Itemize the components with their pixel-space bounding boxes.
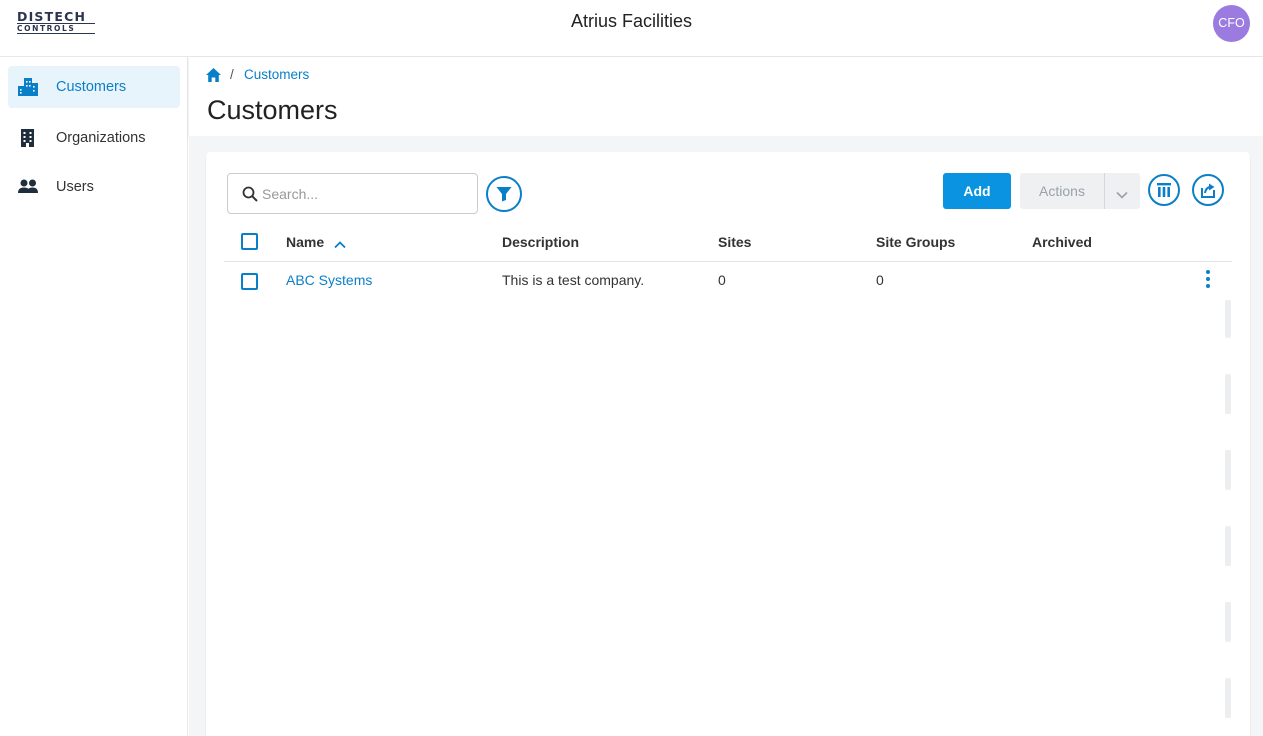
- logo-rule-bottom: [17, 33, 95, 35]
- scroll-marker: [1225, 374, 1231, 414]
- sidebar-item-label: Organizations: [56, 130, 146, 146]
- column-header-archived[interactable]: Archived: [1032, 234, 1092, 250]
- sort-ascending-icon[interactable]: [334, 236, 346, 254]
- app-title: Atrius Facilities: [570, 11, 693, 31]
- sidebar: Customers Organizations Users: [0, 57, 188, 736]
- chevron-down-icon[interactable]: [1116, 186, 1128, 204]
- row-checkbox[interactable]: [241, 273, 258, 290]
- scroll-marker: [1225, 450, 1231, 490]
- sidebar-item-users[interactable]: Users: [8, 166, 180, 208]
- users-icon: [18, 178, 38, 196]
- table-header: Name Description Sites Site Groups Archi…: [224, 228, 1232, 262]
- add-button[interactable]: Add: [943, 173, 1011, 209]
- sidebar-item-label: Users: [56, 179, 94, 195]
- sidebar-item-label: Customers: [56, 79, 127, 95]
- customers-icon: [18, 78, 38, 96]
- home-icon[interactable]: [206, 68, 221, 82]
- scroll-marker: [1225, 602, 1231, 642]
- page-header: / Customers Customers: [189, 57, 1263, 136]
- columns-icon: [1157, 183, 1171, 197]
- column-header-name[interactable]: Name: [286, 234, 324, 250]
- customers-table-card: Add Actions Name Description Sites Site …: [206, 152, 1250, 736]
- actions-dropdown[interactable]: Actions: [1020, 173, 1140, 209]
- building-icon: [18, 129, 38, 147]
- column-header-site-groups[interactable]: Site Groups: [876, 234, 955, 250]
- page-title: Customers: [207, 95, 338, 125]
- scroll-marker: [1225, 678, 1231, 718]
- customer-name-link[interactable]: ABC Systems: [286, 272, 372, 288]
- filter-button[interactable]: [486, 176, 522, 212]
- filter-icon: [496, 187, 512, 202]
- select-all-checkbox[interactable]: [241, 233, 258, 250]
- export-button[interactable]: [1192, 174, 1224, 206]
- column-header-sites[interactable]: Sites: [718, 234, 751, 250]
- column-settings-button[interactable]: [1148, 174, 1180, 206]
- sidebar-item-organizations[interactable]: Organizations: [8, 117, 180, 159]
- customer-description: This is a test company.: [502, 272, 645, 288]
- search-box[interactable]: [227, 173, 478, 214]
- user-avatar[interactable]: CFO: [1213, 5, 1250, 42]
- customer-sites: 0: [718, 272, 726, 288]
- table-row: ABC Systems This is a test company. 0 0: [224, 263, 1232, 299]
- share-icon: [1201, 183, 1215, 198]
- actions-divider: [1104, 173, 1105, 209]
- actions-label: Actions: [1039, 183, 1085, 199]
- search-icon: [242, 186, 258, 202]
- search-input[interactable]: [262, 183, 462, 205]
- column-header-description[interactable]: Description: [502, 234, 579, 250]
- row-menu-icon[interactable]: [1204, 269, 1212, 291]
- breadcrumb-separator: /: [230, 67, 234, 82]
- scroll-marker: [1225, 300, 1231, 338]
- sidebar-item-customers[interactable]: Customers: [8, 66, 180, 108]
- customer-site-groups: 0: [876, 272, 884, 288]
- scroll-marker: [1225, 526, 1231, 566]
- breadcrumb-customers[interactable]: Customers: [244, 67, 309, 82]
- top-bar: DISTECH CONTROLS Atrius Facilities CFO: [0, 0, 1263, 57]
